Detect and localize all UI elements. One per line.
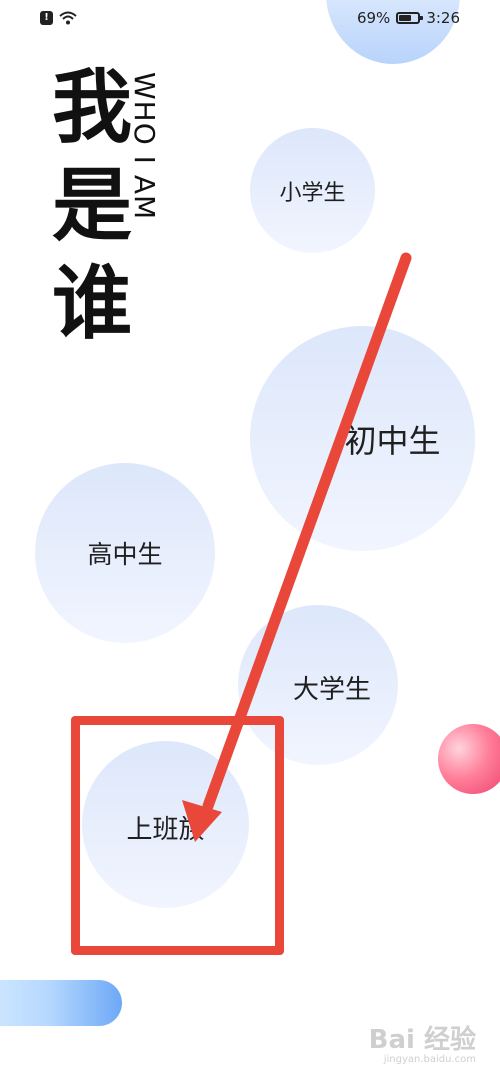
wifi-icon bbox=[59, 11, 77, 25]
baidu-jingyan-logo: Bai 经验 bbox=[368, 1025, 476, 1055]
status-bar: ! 69% 3:26 bbox=[0, 0, 500, 38]
watermark-url: jingyan.baidu.com bbox=[383, 1054, 476, 1065]
battery-percent: 69% bbox=[356, 9, 391, 27]
option-label: 大学生 bbox=[292, 674, 371, 705]
page-subtitle-vertical: WHO I AM bbox=[128, 72, 161, 221]
annotation-highlight-box bbox=[71, 716, 284, 955]
decorative-blue-pill bbox=[0, 980, 122, 1026]
status-right: 69% 3:26 bbox=[357, 9, 460, 27]
option-middle-school[interactable]: 初中生 bbox=[250, 326, 475, 551]
option-primary-school[interactable]: 小学生 bbox=[250, 128, 375, 253]
battery-fill bbox=[399, 15, 412, 21]
option-label: 小学生 bbox=[279, 180, 346, 206]
alert-icon: ! bbox=[40, 11, 53, 25]
option-high-school[interactable]: 高中生 bbox=[35, 463, 215, 643]
battery-icon bbox=[396, 12, 424, 24]
baidu-watermark: Bai 经验 jingyan.baidu.com bbox=[369, 1026, 476, 1066]
decorative-pink-circle bbox=[438, 724, 500, 794]
clock-time: 3:26 bbox=[426, 9, 460, 27]
who-am-i-screen: ! 69% 3:26 我 是 谁 WHO I AM 小学生 初中生 高中生 大学… bbox=[0, 0, 500, 1084]
option-label: 初中生 bbox=[344, 421, 441, 460]
option-label: 高中生 bbox=[87, 540, 163, 569]
